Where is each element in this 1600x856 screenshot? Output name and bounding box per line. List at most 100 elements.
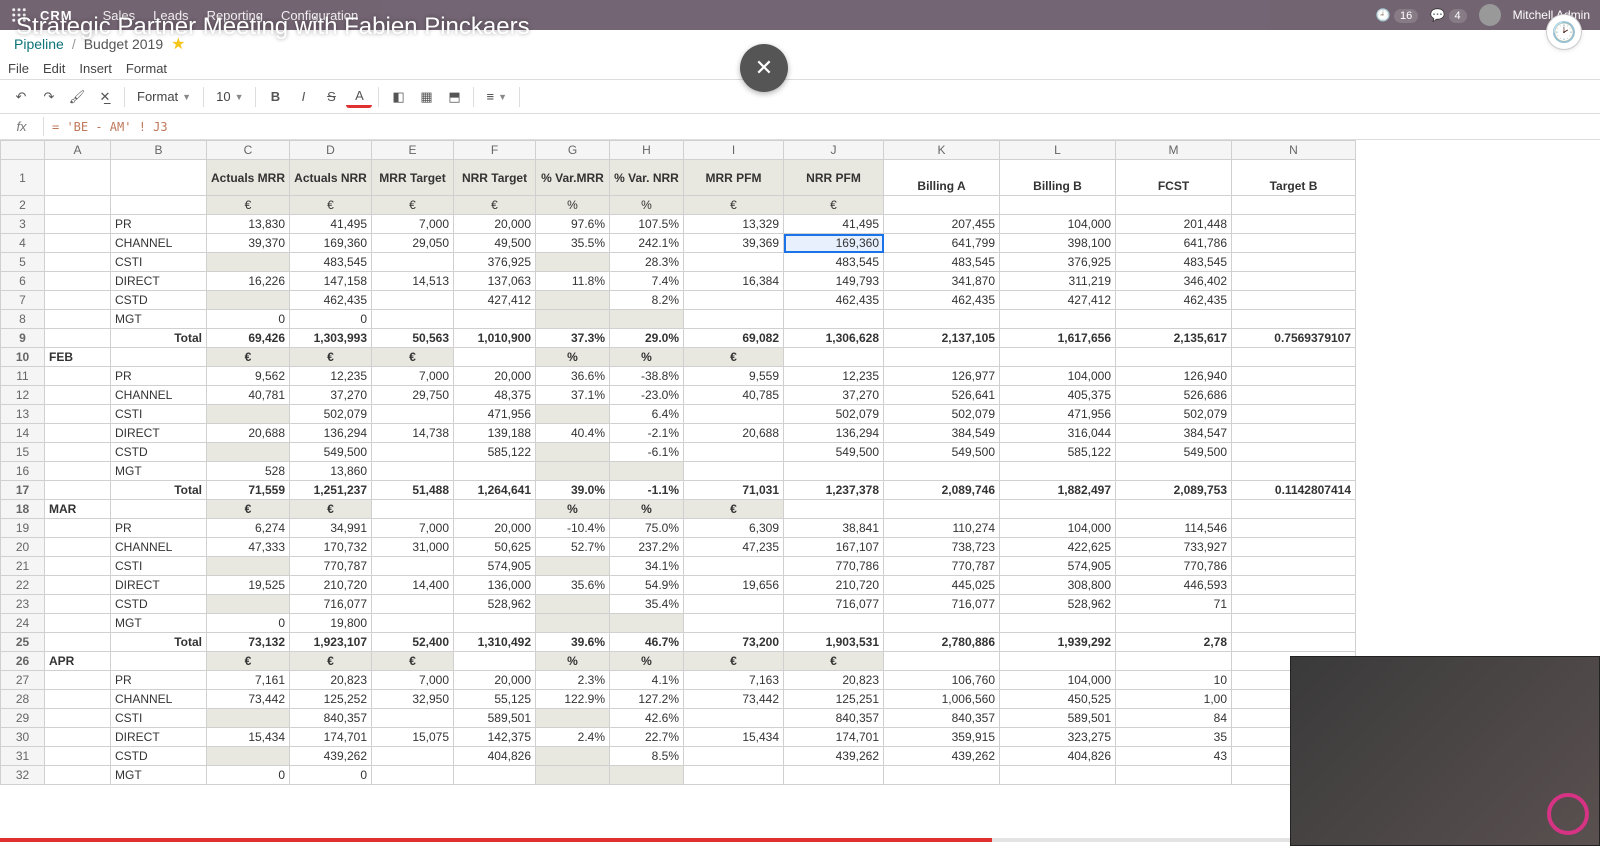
cell-B5[interactable]: CSTI (111, 253, 207, 272)
row-header[interactable]: 29 (1, 709, 45, 728)
cell-F31[interactable]: 404,826 (454, 747, 536, 766)
cell-G23[interactable] (536, 595, 610, 614)
redo-button[interactable]: ↷ (36, 84, 62, 110)
col-header-A[interactable]: A (45, 141, 111, 160)
cell-G16[interactable] (536, 462, 610, 481)
clear-format-button[interactable]: ✕̲ (92, 84, 118, 110)
cell-F18[interactable] (454, 500, 536, 519)
strike-button[interactable]: S (318, 84, 344, 110)
row-header[interactable]: 30 (1, 728, 45, 747)
col-header-I[interactable]: I (684, 141, 784, 160)
cell-E9[interactable]: 50,563 (372, 329, 454, 348)
cell-L25[interactable]: 1,939,292 (1000, 633, 1116, 652)
cell-E29[interactable] (372, 709, 454, 728)
cell-B10[interactable] (111, 348, 207, 367)
cell-L21[interactable]: 574,905 (1000, 557, 1116, 576)
cell-H9[interactable]: 29.0% (610, 329, 684, 348)
cell-M14[interactable]: 384,547 (1116, 424, 1232, 443)
cell-L24[interactable] (1000, 614, 1116, 633)
cell-I16[interactable] (684, 462, 784, 481)
cell-G30[interactable]: 2.4% (536, 728, 610, 747)
cell-C15[interactable] (207, 443, 290, 462)
row-header[interactable]: 22 (1, 576, 45, 595)
cell-H14[interactable]: -2.1% (610, 424, 684, 443)
cell-A31[interactable] (45, 747, 111, 766)
cell-F13[interactable]: 471,956 (454, 405, 536, 424)
col-header-N[interactable]: N (1232, 141, 1356, 160)
cell-M27[interactable]: 10 (1116, 671, 1232, 690)
row-header[interactable]: 9 (1, 329, 45, 348)
cell-G20[interactable]: 52.7% (536, 538, 610, 557)
cell-M23[interactable]: 71 (1116, 595, 1232, 614)
cell-K8[interactable] (884, 310, 1000, 329)
cell-A6[interactable] (45, 272, 111, 291)
col-header-L[interactable]: L (1000, 141, 1116, 160)
avatar[interactable] (1479, 4, 1501, 26)
cell-L19[interactable]: 104,000 (1000, 519, 1116, 538)
cell-G28[interactable]: 122.9% (536, 690, 610, 709)
cell-B27[interactable]: PR (111, 671, 207, 690)
cell-J25[interactable]: 1,903,531 (784, 633, 884, 652)
text-color-button[interactable]: A (346, 86, 372, 108)
cell-B22[interactable]: DIRECT (111, 576, 207, 595)
cell-I32[interactable] (684, 766, 784, 785)
cell-E14[interactable]: 14,738 (372, 424, 454, 443)
cell-D9[interactable]: 1,303,993 (290, 329, 372, 348)
cell-L12[interactable]: 405,375 (1000, 386, 1116, 405)
cell-J16[interactable] (784, 462, 884, 481)
cell-M29[interactable]: 84 (1116, 709, 1232, 728)
cell-A17[interactable] (45, 481, 111, 500)
cell-C5[interactable] (207, 253, 290, 272)
cell-C29[interactable] (207, 709, 290, 728)
cell-D21[interactable]: 770,787 (290, 557, 372, 576)
row-header[interactable]: 11 (1, 367, 45, 386)
cell-L23[interactable]: 528,962 (1000, 595, 1116, 614)
cell-D31[interactable]: 439,262 (290, 747, 372, 766)
cell-M9[interactable]: 2,135,617 (1116, 329, 1232, 348)
cell-H22[interactable]: 54.9% (610, 576, 684, 595)
cell-C30[interactable]: 15,434 (207, 728, 290, 747)
row-header[interactable]: 31 (1, 747, 45, 766)
cell-B25[interactable]: Total (111, 633, 207, 652)
col-header-F[interactable]: F (454, 141, 536, 160)
cell-J19[interactable]: 38,841 (784, 519, 884, 538)
star-icon[interactable]: ★ (171, 34, 185, 54)
brand-label[interactable]: CRM (40, 8, 73, 23)
watch-later-button[interactable]: 🕑 (1546, 14, 1582, 50)
cell-G19[interactable]: -10.4% (536, 519, 610, 538)
cell-C18[interactable]: € (207, 500, 290, 519)
cell-N9[interactable]: 0.7569379107 (1232, 329, 1356, 348)
cell-N10[interactable] (1232, 348, 1356, 367)
cell-J14[interactable]: 136,294 (784, 424, 884, 443)
cell-K5[interactable]: 483,545 (884, 253, 1000, 272)
cell-B6[interactable]: DIRECT (111, 272, 207, 291)
cell-C21[interactable] (207, 557, 290, 576)
cell-C7[interactable] (207, 291, 290, 310)
cell-D13[interactable]: 502,079 (290, 405, 372, 424)
cell-H17[interactable]: -1.1% (610, 481, 684, 500)
menu-insert[interactable]: Insert (79, 61, 112, 76)
cell-H29[interactable]: 42.6% (610, 709, 684, 728)
col-header-M[interactable]: M (1116, 141, 1232, 160)
cell-M3[interactable]: 201,448 (1116, 215, 1232, 234)
cell-M28[interactable]: 1,00 (1116, 690, 1232, 709)
cell-I10[interactable]: € (684, 348, 784, 367)
menu-file[interactable]: File (8, 61, 29, 76)
cell-F2[interactable]: € (454, 196, 536, 215)
cell-C13[interactable] (207, 405, 290, 424)
cell-M25[interactable]: 2,78 (1116, 633, 1232, 652)
cell-E26[interactable]: € (372, 652, 454, 671)
row-header[interactable]: 18 (1, 500, 45, 519)
cell-A25[interactable] (45, 633, 111, 652)
nav-leads[interactable]: Leads (153, 8, 188, 23)
cell-E25[interactable]: 52,400 (372, 633, 454, 652)
col-header-K[interactable]: K (884, 141, 1000, 160)
cell-H28[interactable]: 127.2% (610, 690, 684, 709)
cell-C10[interactable]: € (207, 348, 290, 367)
cell-D24[interactable]: 19,800 (290, 614, 372, 633)
cell-L11[interactable]: 104,000 (1000, 367, 1116, 386)
cell-E24[interactable] (372, 614, 454, 633)
cell-C8[interactable]: 0 (207, 310, 290, 329)
row-header[interactable]: 7 (1, 291, 45, 310)
cell-F20[interactable]: 50,625 (454, 538, 536, 557)
